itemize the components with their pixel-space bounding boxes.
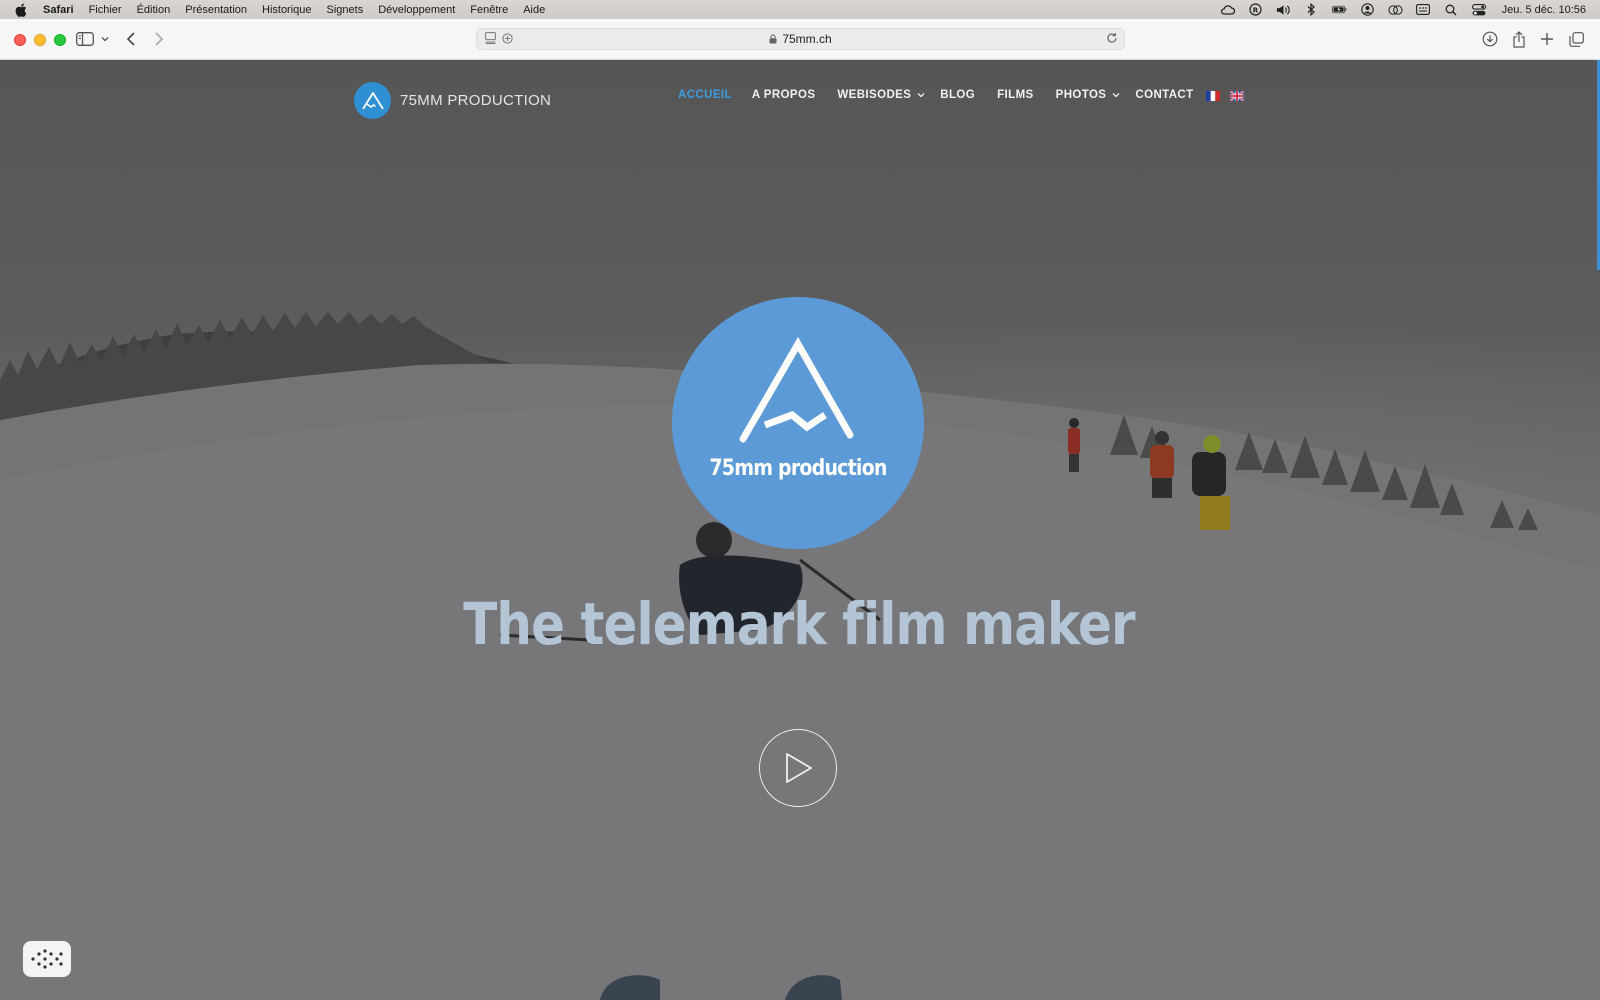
creative-cloud-icon[interactable] xyxy=(1220,3,1235,16)
menu-historique[interactable]: Historique xyxy=(262,4,312,16)
hero-logo-badge: 75mm production xyxy=(672,297,924,549)
hero-logo-text: 75mm production xyxy=(709,455,887,481)
menu-presentation[interactable]: Présentation xyxy=(185,4,247,16)
uk-flag-icon[interactable] xyxy=(1230,91,1244,101)
minimize-window-button[interactable] xyxy=(34,34,46,46)
brand-logo-link[interactable]: 75MM PRODUCTION xyxy=(354,82,551,119)
nav-photos-label: PHOTOS xyxy=(1055,89,1107,101)
menu-aide[interactable]: Aide xyxy=(523,4,545,16)
forward-button[interactable] xyxy=(154,30,164,48)
lock-icon xyxy=(769,34,777,44)
sidebar-icon xyxy=(76,32,94,46)
back-button[interactable] xyxy=(126,30,136,48)
nav-contact[interactable]: CONTACT xyxy=(1135,89,1193,101)
menu-app-safari[interactable]: Safari xyxy=(43,4,74,16)
nav-blog[interactable]: BLOG xyxy=(940,89,975,101)
menu-developpement[interactable]: Développement xyxy=(378,4,455,16)
extension-icon[interactable] xyxy=(502,32,513,44)
chevron-down-icon xyxy=(917,92,925,98)
screen-mirroring-icon[interactable] xyxy=(1388,3,1403,16)
mountain-logo-icon xyxy=(739,336,854,443)
zoom-window-button[interactable] xyxy=(54,34,66,46)
menu-signets[interactable]: Signets xyxy=(327,4,364,16)
fr-flag-icon[interactable] xyxy=(1206,91,1220,101)
sidebar-toggle-button[interactable] xyxy=(76,30,94,48)
chat-widget-button[interactable] xyxy=(23,941,71,977)
share-button[interactable] xyxy=(1512,30,1526,48)
download-icon xyxy=(1482,31,1498,47)
tab-overview-icon xyxy=(1569,31,1584,47)
menubar-clock[interactable]: Jeu. 5 déc. 10:56 xyxy=(1502,4,1586,16)
bluetooth-icon[interactable] xyxy=(1304,3,1319,16)
nav-a-propos[interactable]: A PROPOS xyxy=(752,89,815,101)
hero-tagline: The telemark film maker xyxy=(463,590,1135,658)
nav-films[interactable]: FILMS xyxy=(997,89,1034,101)
volume-icon[interactable] xyxy=(1276,3,1291,16)
keyboard-input-icon[interactable] xyxy=(1416,3,1431,16)
nav-webisodes[interactable]: WEBISODES xyxy=(837,89,925,101)
status-area: R Jeu. 5 déc. 10:56 xyxy=(1220,0,1586,19)
play-icon xyxy=(786,753,812,783)
menu-edition[interactable]: Édition xyxy=(137,4,171,16)
plus-icon xyxy=(1541,33,1553,45)
chevron-down-icon xyxy=(1112,92,1120,98)
url-text: 75mm.ch xyxy=(782,32,832,46)
dots-grid-icon xyxy=(31,949,63,969)
language-switcher xyxy=(1206,91,1244,101)
macos-menubar: Safari Fichier Édition Présentation Hist… xyxy=(0,0,1600,19)
window-controls xyxy=(14,34,66,46)
spotlight-search-icon[interactable] xyxy=(1444,3,1459,16)
menu-fichier[interactable]: Fichier xyxy=(89,4,122,16)
nav-webisodes-label: WEBISODES xyxy=(837,89,912,101)
nav-accueil[interactable]: ACCUEIL xyxy=(678,89,732,101)
reload-button[interactable] xyxy=(1106,32,1118,47)
user-account-icon[interactable] xyxy=(1360,3,1375,16)
share-icon xyxy=(1513,30,1525,48)
reload-icon xyxy=(1107,33,1117,43)
browser-toolbar: 75mm.ch xyxy=(0,19,1600,60)
close-window-button[interactable] xyxy=(14,34,26,46)
vpn-status-icon[interactable]: R xyxy=(1248,3,1263,16)
control-center-icon[interactable] xyxy=(1472,3,1487,16)
chevron-down-icon xyxy=(101,37,109,42)
downloads-button[interactable] xyxy=(1482,30,1498,48)
site-header: 75MM PRODUCTION ACCUEIL A PROPOS WEBISOD… xyxy=(0,60,1600,140)
reader-mode-icon[interactable] xyxy=(485,32,496,44)
main-nav: ACCUEIL A PROPOS WEBISODES BLOG FILMS PH… xyxy=(678,89,1194,101)
new-tab-button[interactable] xyxy=(1540,30,1554,48)
tab-groups-dropdown[interactable] xyxy=(101,30,109,48)
apple-icon[interactable] xyxy=(15,3,29,17)
address-bar[interactable]: 75mm.ch xyxy=(476,28,1125,50)
svg-text:R: R xyxy=(1252,6,1258,14)
page-viewport: 75MM PRODUCTION ACCUEIL A PROPOS WEBISOD… xyxy=(0,60,1600,1000)
chevron-left-icon xyxy=(126,32,135,46)
battery-icon[interactable] xyxy=(1331,3,1347,16)
menu-fenetre[interactable]: Fenêtre xyxy=(470,4,508,16)
mountain-logo-icon xyxy=(354,82,391,119)
tab-overview-button[interactable] xyxy=(1569,30,1584,48)
nav-photos[interactable]: PHOTOS xyxy=(1056,89,1121,101)
chevron-right-icon xyxy=(155,32,164,46)
play-video-button[interactable] xyxy=(759,729,837,807)
brand-name: 75MM PRODUCTION xyxy=(400,92,552,109)
